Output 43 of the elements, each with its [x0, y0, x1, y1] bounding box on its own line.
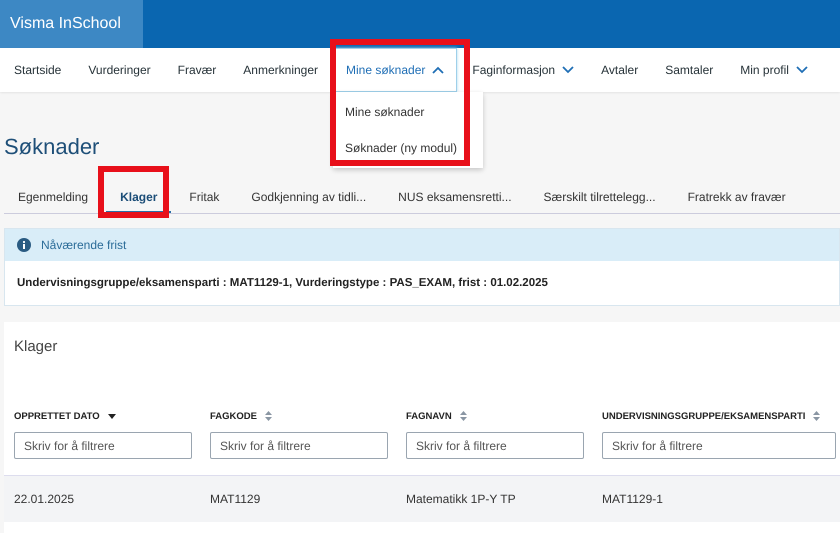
tab[interactable]: Egenmelding: [4, 182, 102, 213]
filter-field[interactable]: Skriv for å filtrere: [406, 432, 584, 459]
table-title: Klager: [13, 337, 58, 357]
column-header[interactable]: UNDERVISNINGSGRUPPE/EKSAMENSPARTI: [602, 410, 806, 422]
nav-item[interactable]: Fravær: [166, 48, 228, 92]
nav-item[interactable]: Startside: [2, 48, 74, 92]
nav-item[interactable]: Anmerkninger: [231, 48, 330, 92]
tab[interactable]: Særskilt tilrettelegg...: [530, 182, 670, 213]
menu-item[interactable]: Søknader (ny modul): [333, 130, 483, 166]
tab[interactable]: Fritak: [175, 182, 234, 213]
info-icon: [17, 238, 31, 252]
page-title: Søknader: [4, 134, 100, 160]
nav-item[interactable]: Faginformasjon: [460, 48, 586, 92]
column-header[interactable]: FAGNAVN: [406, 410, 452, 422]
table-cell-text: Matematikk 1P-Y TP: [406, 492, 517, 506]
tab[interactable]: NUS eksamensretti...: [384, 182, 526, 213]
tab[interactable]: Klager: [106, 182, 172, 213]
column-header[interactable]: FAGKODE: [210, 410, 257, 422]
tab[interactable]: Fratrekk av fravær: [674, 182, 800, 213]
nav-item[interactable]: Avtaler: [589, 48, 650, 92]
filter-field[interactable]: Skriv for å filtrere: [14, 432, 192, 459]
nav-item[interactable]: Samtaler: [653, 48, 726, 92]
nav-item[interactable]: Min profil: [728, 48, 820, 92]
app-brand[interactable]: Visma InSchool: [0, 0, 143, 48]
chevron-up-icon: [432, 66, 444, 74]
menu-item[interactable]: Mine søknader: [333, 94, 483, 130]
column-header[interactable]: OPPRETTET DATO: [14, 410, 100, 422]
info-title: Nåværende frist: [41, 238, 126, 252]
nav-item[interactable]: Vurderinger: [76, 48, 163, 92]
sort-icon[interactable]: [813, 411, 820, 421]
table-cell-text: MAT1129: [210, 492, 262, 506]
table-row[interactable]: 22.01.2025 MAT1129 Matematikk 1P-Y TP MAT1129-1: [4, 475, 840, 522]
sort-icon[interactable]: [264, 411, 272, 421]
table-cell-text: MAT1129-1: [602, 492, 664, 506]
chevron-down-icon: [796, 66, 808, 74]
filter-field[interactable]: Skriv for å filtrere: [602, 432, 836, 459]
sort-down-icon[interactable]: [108, 414, 116, 418]
chevron-down-icon: [562, 66, 574, 74]
filter-field[interactable]: Skriv for å filtrere: [210, 432, 388, 459]
table-cell-text: 22.01.2025: [14, 492, 76, 506]
sort-icon[interactable]: [460, 411, 467, 421]
tab[interactable]: Godkjenning av tidli...: [237, 182, 380, 213]
deadline-text: Undervisningsgruppe/eksamensparti : MAT1129-1, Vurderingstype : PAS_EXAM, frist : 01.02.2025: [17, 277, 548, 289]
